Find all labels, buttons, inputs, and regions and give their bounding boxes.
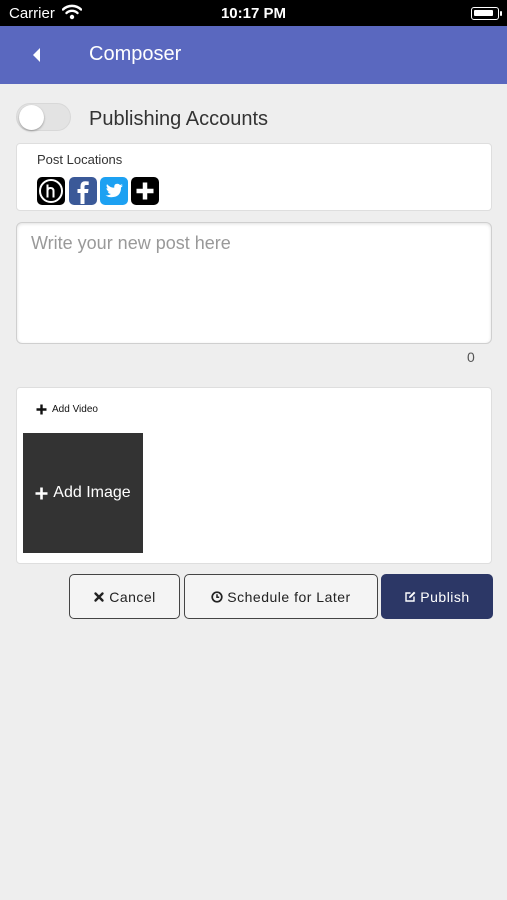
h-logo-icon[interactable] — [37, 177, 65, 205]
cancel-label: Cancel — [109, 588, 156, 605]
twitter-icon[interactable] — [100, 177, 128, 205]
clock-icon — [211, 590, 223, 603]
plus-icon — [35, 487, 48, 499]
clock: 10:17 PM — [220, 5, 287, 22]
character-count: 0 — [467, 349, 475, 365]
publish-button[interactable]: Publish — [381, 574, 493, 619]
nav-bar: Composer — [0, 26, 507, 84]
add-image-label: Add Image — [53, 484, 131, 501]
battery-icon — [471, 7, 502, 20]
add-video-button[interactable]: Add Video — [36, 404, 98, 415]
post-locations-card: Post Locations — [16, 143, 492, 211]
status-bar: Carrier 10:17 PM — [0, 0, 507, 26]
page-title: Composer — [89, 43, 182, 65]
add-location-icon[interactable] — [131, 177, 159, 205]
publishing-accounts-toggle[interactable] — [16, 103, 71, 131]
add-image-button[interactable]: Add Image — [23, 433, 143, 553]
add-video-label: Add Video — [52, 404, 98, 415]
toggle-knob — [19, 105, 44, 130]
back-icon[interactable] — [28, 44, 44, 66]
media-card: Add Video Add Image — [16, 387, 492, 564]
close-icon — [94, 591, 104, 602]
publish-label: Publish — [420, 588, 470, 605]
post-text-input[interactable] — [16, 222, 492, 344]
schedule-label: Schedule for Later — [227, 588, 351, 605]
edit-icon — [405, 591, 416, 602]
plus-icon — [36, 404, 47, 415]
post-locations-title: Post Locations — [37, 152, 123, 167]
publishing-accounts-label: Publishing Accounts — [89, 108, 269, 130]
facebook-icon[interactable] — [69, 177, 97, 205]
cancel-button[interactable]: Cancel — [69, 574, 180, 619]
schedule-for-later-button[interactable]: Schedule for Later — [184, 574, 378, 619]
